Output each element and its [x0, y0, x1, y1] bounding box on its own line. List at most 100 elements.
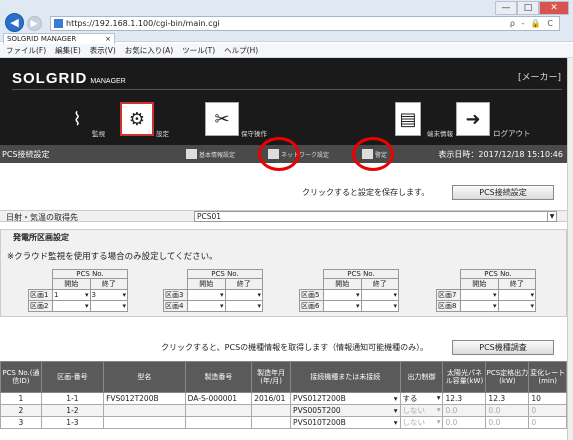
zone-start-select[interactable]: ▾ — [52, 300, 91, 312]
maker-label: [メーカー] — [517, 73, 561, 83]
zone-end-select[interactable]: ▾ — [224, 300, 263, 312]
fetch-hint: クリックすると、PCSの機種情報を取得します（情報通知可能機種のみ）。 — [161, 343, 429, 352]
zone-label: 区画6 — [299, 300, 324, 312]
col-serial: 製造番号 — [184, 361, 253, 393]
panel-capacity-input[interactable]: 12.3 — [442, 392, 487, 405]
col-connected-model: 接続機種または未接続 — [290, 361, 401, 393]
tab-title: SOLGRID MANAGER — [7, 35, 77, 43]
back-button[interactable]: ◀ — [5, 13, 24, 32]
zone-label: 区画8 — [436, 300, 461, 312]
zone-start-select[interactable]: ▾ — [187, 300, 226, 312]
zone-label: 区画4 — [163, 300, 188, 312]
address-bar[interactable]: https://192.168.1.100/cgi-bin/main.cgi ρ… — [50, 16, 560, 31]
panel-capacity-input[interactable]: 0.0 — [442, 416, 487, 429]
start-header: 開始 — [460, 278, 499, 290]
zone-start-select[interactable]: ▾ — [323, 300, 362, 312]
table-row: 3 1-3 PVS010T200B ▾ しない ▾ 0.0 0.0 0 — [0, 416, 567, 429]
change-rate-input[interactable]: 10 — [528, 392, 567, 405]
col-manufacture-date: 製造年月(年/月) — [251, 361, 292, 393]
zone-start-select[interactable]: ▾ — [460, 300, 499, 312]
end-header: 終了 — [497, 278, 536, 290]
menu-tools[interactable]: ツール(T) — [182, 45, 215, 56]
pcs-no-header: PCS No. — [187, 269, 263, 279]
connected-model-select[interactable]: PVS005T200 ▾ — [290, 404, 401, 417]
zone-end-select[interactable]: ▾ — [360, 289, 399, 301]
window-controls: — □ ✕ — [495, 1, 569, 15]
rated-output-input[interactable]: 0.0 — [485, 416, 530, 429]
rated-output-input[interactable]: 12.3 — [485, 392, 530, 405]
change-rate-input[interactable]: 0 — [528, 404, 567, 417]
output-control-select[interactable]: する ▾ — [399, 392, 444, 405]
zone-label: 区画3 — [163, 289, 188, 301]
page-scrollbar[interactable] — [567, 58, 573, 440]
network-settings-button[interactable]: ネットワーク設定 — [268, 149, 329, 159]
connected-model-select[interactable]: PVS012T200B ▾ — [290, 392, 401, 405]
weather-source-row: 日射・気温の取得先 PCS01 ▼ — [0, 210, 567, 222]
nav-logout-label[interactable]: ログアウト — [493, 128, 531, 139]
menu-file[interactable]: ファイル(F) — [6, 45, 46, 56]
zone-group-1: PCS No. 開始 終了 区画1 1 ▾ 3 ▾ 区画2 ▾ ▾ — [28, 269, 128, 312]
col-panel-capacity: 太陽光パネル容量(kW) — [442, 361, 487, 393]
output-control-select[interactable]: しない ▾ — [399, 404, 444, 417]
zone-end-select[interactable]: ▾ — [497, 289, 536, 301]
pcs-table: PCS No.(通信ID) 区画-番号 型名 製造番号 製造年月(年/月) 接続… — [0, 361, 567, 429]
tools-icon[interactable]: ✂ — [205, 102, 239, 136]
rated-output-input[interactable]: 0.0 — [485, 404, 530, 417]
zone-settings-title: 発電所区画設定 — [13, 233, 69, 242]
connected-model-select[interactable]: PVS010T200B ▾ — [290, 416, 401, 429]
col-pcs-rated-output: PCS定格出力(kW) — [485, 361, 530, 393]
output-control-select[interactable]: しない ▾ — [399, 416, 444, 429]
menu-help[interactable]: ヘルプ(H) — [224, 45, 258, 56]
zone-group-2: PCS No. 開始 終了 区画3 ▾ ▾ 区画4 ▾ ▾ — [163, 269, 263, 312]
weather-source-label: 日射・気温の取得先 — [6, 213, 78, 222]
col-output-control: 出力制御 — [399, 361, 444, 393]
zone-end-select[interactable]: 3 ▾ — [89, 289, 128, 301]
col-model: 型名 — [103, 361, 186, 393]
pcs-connection-save-button[interactable]: PCS接続設定 — [452, 185, 554, 200]
address-actions[interactable]: ρ - 🔒 C — [510, 19, 559, 28]
menu-bar: ファイル(F) 編集(E) 表示(V) お気に入り(A) ツール(T) ヘルプ(… — [0, 44, 573, 58]
menu-edit[interactable]: 編集(E) — [55, 45, 81, 56]
nav-maintenance-label[interactable]: 保守操作 — [241, 128, 267, 138]
zone-end-select[interactable]: ▾ — [497, 300, 536, 312]
panel-capacity-input[interactable]: 0.0 — [442, 404, 487, 417]
forward-button[interactable]: ▶ — [26, 16, 42, 31]
close-window-button[interactable]: ✕ — [539, 1, 569, 15]
end-header: 終了 — [360, 278, 399, 290]
browser-titlebar: — □ ✕ ◀ ▶ https://192.168.1.100/cgi-bin/… — [0, 0, 573, 44]
zone-end-select[interactable]: ▾ — [360, 300, 399, 312]
zone-label: 区画1 — [28, 289, 53, 301]
zone-start-select[interactable]: ▾ — [187, 289, 226, 301]
zone-start-select[interactable]: ▾ — [323, 289, 362, 301]
weather-source-select[interactable]: PCS01 ▼ — [194, 211, 557, 222]
logout-icon[interactable]: ➜ — [456, 102, 490, 136]
col-zone-number: 区画-番号 — [40, 361, 105, 393]
menu-view[interactable]: 表示(V) — [90, 45, 116, 56]
zone-end-select[interactable]: ▾ — [89, 300, 128, 312]
minimize-button[interactable]: — — [495, 1, 517, 15]
document-icon[interactable]: ▤ — [395, 102, 421, 136]
chevron-down-icon: ▼ — [547, 212, 556, 221]
network-icon — [268, 149, 279, 159]
basic-info-settings-button[interactable]: 基本情報設定 — [186, 149, 235, 159]
alarm-settings-button[interactable]: 警定 — [362, 149, 387, 159]
pcs-no-header: PCS No. — [52, 269, 128, 279]
change-rate-input[interactable]: 0 — [528, 416, 567, 429]
nav-terminal-info-label[interactable]: 端末情報 — [427, 128, 453, 138]
site-icon — [54, 19, 63, 28]
zone-end-select[interactable]: ▾ — [224, 289, 263, 301]
pcs-model-check-button[interactable]: PCS機種調査 — [452, 340, 554, 355]
gear-icon[interactable]: ⚙ — [120, 102, 154, 136]
table-row: 2 1-2 PVS005T200 ▾ しない ▾ 0.0 0.0 0 — [0, 404, 567, 417]
nav-monitor-label[interactable]: 監視 — [92, 128, 105, 138]
menu-favorites[interactable]: お気に入り(A) — [125, 45, 173, 56]
zone-label: 区画7 — [436, 289, 461, 301]
page-title: PCS接続設定 — [2, 149, 50, 159]
maximize-button[interactable]: □ — [517, 1, 539, 15]
zone-start-select[interactable]: 1 ▾ — [52, 289, 91, 301]
browser-tab[interactable]: SOLGRID MANAGER × — [3, 33, 115, 44]
nav-settings-label[interactable]: 設定 — [156, 128, 169, 138]
broom-icon[interactable]: ⌇ — [60, 102, 94, 136]
tab-close-icon[interactable]: × — [105, 35, 111, 43]
zone-start-select[interactable]: ▾ — [460, 289, 499, 301]
